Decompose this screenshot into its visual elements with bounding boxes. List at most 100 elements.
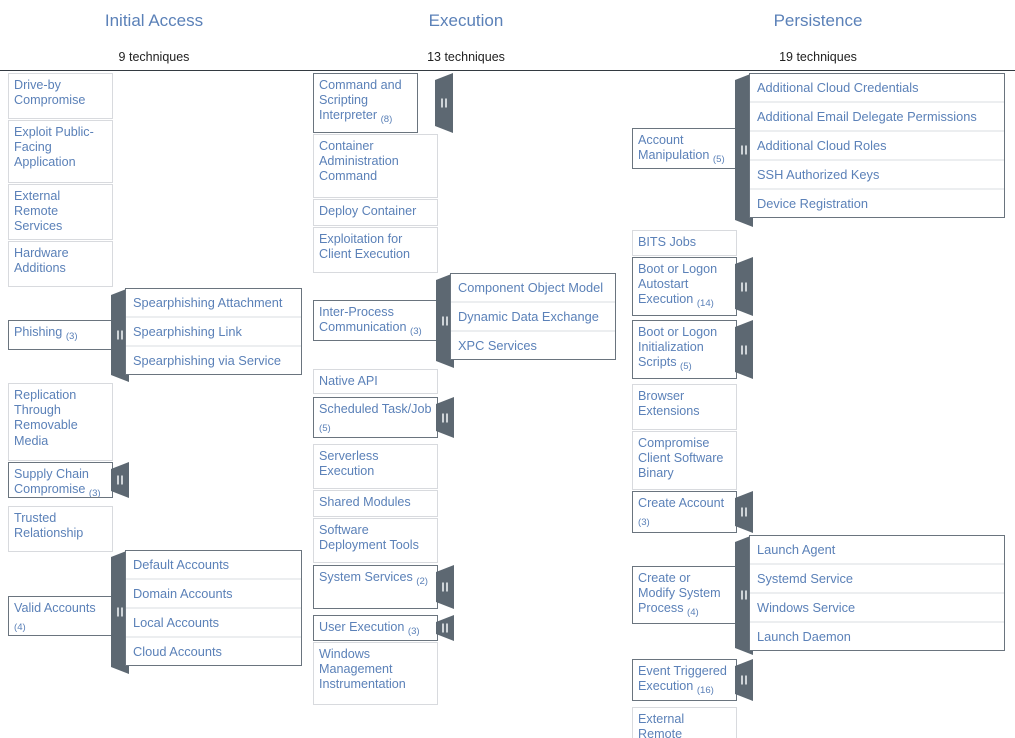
technique-label: Scheduled Task/Job xyxy=(319,402,432,416)
technique-cell-command-and-scripting-interpreter[interactable]: Command and Scripting Interpreter (8) xyxy=(313,73,418,133)
technique-label: Serverless Execution xyxy=(319,449,379,479)
subtechnique-item[interactable]: Windows Service xyxy=(750,594,1004,623)
tactic-technique-count: 9 techniques xyxy=(118,50,190,64)
expand-subtechniques-tab-supply-chain-compromise[interactable] xyxy=(111,462,129,498)
technique-label: Valid Accounts xyxy=(14,601,96,615)
tactic-title[interactable]: Execution xyxy=(320,0,612,29)
technique-label: Deploy Container xyxy=(319,204,417,218)
expand-subtechniques-tab-user-execution[interactable] xyxy=(436,615,454,641)
technique-label: Phishing xyxy=(14,325,63,339)
tactic-header-execution[interactable]: Execution 13 techniques xyxy=(320,0,612,64)
technique-label: External Remote Services xyxy=(14,189,63,234)
technique-cell-user-execution[interactable]: User Execution (3) xyxy=(313,615,438,641)
technique-label: Drive-by Compromise xyxy=(14,78,86,108)
expand-subtechniques-tab-system-services[interactable] xyxy=(436,565,454,609)
technique-label: Inter-Process Communication xyxy=(319,305,407,335)
technique-cell[interactable]: Compromise Client Software Binary xyxy=(632,431,737,490)
subtechnique-item[interactable]: Spearphishing via Service xyxy=(126,347,301,374)
subtechnique-item[interactable]: Additional Cloud Roles xyxy=(750,132,1004,161)
technique-cell[interactable]: Replication Through Removable Media xyxy=(8,383,113,461)
technique-cell[interactable]: Container Administration Command xyxy=(313,134,438,198)
subtechnique-item[interactable]: Domain Accounts xyxy=(126,580,301,609)
technique-cell-phishing[interactable]: Phishing (3) xyxy=(8,320,113,350)
expand-subtechniques-tab-event-triggered-execution[interactable] xyxy=(735,659,753,701)
expand-subtechniques-tab-boot-or-logon-initialization-scripts[interactable] xyxy=(735,320,753,379)
technique-label: Replication Through Removable Media xyxy=(14,388,78,448)
technique-cell-inter-process-communication[interactable]: Inter-Process Communication (3) xyxy=(313,300,438,341)
technique-cell[interactable]: BITS Jobs xyxy=(632,230,737,256)
subtechnique-item[interactable]: XPC Services xyxy=(451,332,615,359)
subtechnique-panel-inter-process-communication: Component Object Model Dynamic Data Exch… xyxy=(450,273,616,360)
subtechnique-item[interactable]: Default Accounts xyxy=(126,551,301,580)
technique-cell[interactable]: Exploit Public-Facing Application xyxy=(8,120,113,183)
technique-cell[interactable]: Shared Modules xyxy=(313,490,438,517)
technique-cell[interactable]: Serverless Execution xyxy=(313,444,438,489)
technique-cell[interactable]: Windows Management Instrumentation xyxy=(313,642,438,705)
technique-cell-system-services[interactable]: System Services (2) xyxy=(313,565,438,609)
tactic-header-initial-access[interactable]: Initial Access 9 techniques xyxy=(8,0,300,64)
technique-cell[interactable]: Deploy Container xyxy=(313,199,438,226)
expand-subtechniques-tab-command-and-scripting-interpreter[interactable] xyxy=(435,73,453,133)
pause-bars-icon xyxy=(441,413,449,422)
subtechnique-item[interactable]: Local Accounts xyxy=(126,609,301,638)
pause-bars-icon xyxy=(441,583,449,592)
subtechnique-item[interactable]: Component Object Model xyxy=(451,274,615,303)
technique-label: Exploitation for Client Execution xyxy=(319,232,411,262)
technique-label: System Services xyxy=(319,570,413,584)
tactic-title[interactable]: Persistence xyxy=(672,0,964,29)
subtechnique-count: (4) xyxy=(14,622,26,634)
technique-cell-account-manipulation[interactable]: Account Manipulation (5) xyxy=(632,128,737,169)
tactic-header-persistence[interactable]: Persistence 19 techniques xyxy=(672,0,964,64)
pause-bars-icon xyxy=(740,146,748,155)
subtechnique-panel-phishing: Spearphishing Attachment Spearphishing L… xyxy=(125,288,302,375)
subtechnique-panel-account-manipulation: Additional Cloud Credentials Additional … xyxy=(749,73,1005,218)
subtechnique-count: (5) xyxy=(712,154,725,166)
expand-subtechniques-tab-boot-or-logon-autostart-execution[interactable] xyxy=(735,257,753,316)
subtechnique-item[interactable]: Systemd Service xyxy=(750,565,1004,594)
subtechnique-item[interactable]: Additional Email Delegate Permissions xyxy=(750,103,1004,132)
technique-cell-supply-chain-compromise[interactable]: Supply Chain Compromise (3) xyxy=(8,462,113,498)
subtechnique-count: (3) xyxy=(407,626,420,637)
subtechnique-count: (3) xyxy=(65,331,78,342)
subtechnique-panel-valid-accounts: Default Accounts Domain Accounts Local A… xyxy=(125,550,302,666)
expand-subtechniques-tab-create-account[interactable] xyxy=(735,491,753,533)
technique-cell[interactable]: Trusted Relationship xyxy=(8,506,113,552)
technique-cell-create-or-modify-system-process[interactable]: Create or Modify System Process (4) xyxy=(632,566,737,624)
expand-subtechniques-tab-scheduled-task-job[interactable] xyxy=(436,397,454,438)
subtechnique-count: (2) xyxy=(416,576,429,587)
technique-cell[interactable]: Exploitation for Client Execution xyxy=(313,227,438,273)
technique-cell[interactable]: Software Deployment Tools xyxy=(313,518,438,563)
tactic-technique-count: 13 techniques xyxy=(427,50,505,64)
subtechnique-item[interactable]: Device Registration xyxy=(750,190,1004,217)
subtechnique-item[interactable]: Spearphishing Attachment xyxy=(126,289,301,318)
pause-bars-icon xyxy=(116,608,124,617)
technique-cell[interactable]: Native API xyxy=(313,369,438,394)
subtechnique-item[interactable]: Dynamic Data Exchange xyxy=(451,303,615,332)
subtechnique-item[interactable]: Spearphishing Link xyxy=(126,318,301,347)
pause-bars-icon xyxy=(440,99,448,108)
subtechnique-count: (3) xyxy=(88,488,101,498)
technique-cell-event-triggered-execution[interactable]: Event Triggered Execution (16) xyxy=(632,659,737,701)
technique-cell-scheduled-task-job[interactable]: Scheduled Task/Job (5) xyxy=(313,397,438,438)
technique-cell-boot-or-logon-autostart-execution[interactable]: Boot or Logon Autostart Execution (14) xyxy=(632,257,737,316)
tactic-technique-count: 19 techniques xyxy=(779,50,857,64)
technique-cell[interactable]: Hardware Additions xyxy=(8,241,113,287)
technique-cell-boot-or-logon-initialization-scripts[interactable]: Boot or Logon Initialization Scripts (5) xyxy=(632,320,737,379)
pause-bars-icon xyxy=(441,316,449,325)
pause-bars-icon xyxy=(740,676,748,685)
technique-cell[interactable]: Browser Extensions xyxy=(632,384,737,430)
subtechnique-item[interactable]: SSH Authorized Keys xyxy=(750,161,1004,190)
header-divider xyxy=(0,70,1015,71)
technique-cell[interactable]: External Remote Services xyxy=(8,184,113,240)
technique-cell-create-account[interactable]: Create Account (3) xyxy=(632,491,737,533)
subtechnique-item[interactable]: Cloud Accounts xyxy=(126,638,301,665)
technique-cell[interactable]: Drive-by Compromise xyxy=(8,73,113,119)
technique-label: Software Deployment Tools xyxy=(319,523,419,553)
technique-label: Create or Modify System Process xyxy=(638,571,721,616)
subtechnique-item[interactable]: Additional Cloud Credentials xyxy=(750,74,1004,103)
subtechnique-item[interactable]: Launch Agent xyxy=(750,536,1004,565)
technique-cell[interactable]: External Remote xyxy=(632,707,737,738)
technique-cell-valid-accounts[interactable]: Valid Accounts (4) xyxy=(8,596,113,636)
subtechnique-item[interactable]: Launch Daemon xyxy=(750,623,1004,650)
tactic-title[interactable]: Initial Access xyxy=(8,0,300,29)
